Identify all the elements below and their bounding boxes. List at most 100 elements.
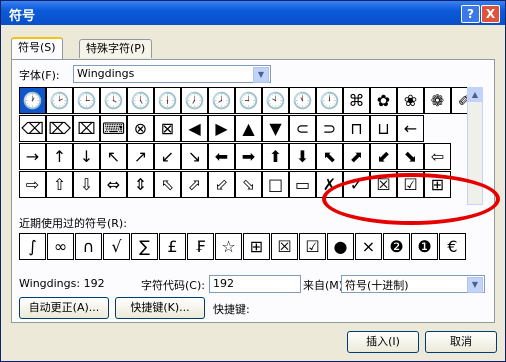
symbol-cell[interactable]: ⌫ (19, 115, 46, 142)
font-label: 字体(F): (19, 69, 60, 82)
recent-symbol-cell[interactable]: √ (103, 233, 130, 260)
symbol-cell[interactable]: 🕓 (100, 87, 127, 114)
title-bar: 符号 ? X (1, 1, 505, 25)
insert-button[interactable]: 插入(I) (347, 331, 419, 353)
symbol-cell[interactable]: ⇦ (424, 143, 451, 170)
tab-special-characters[interactable]: 特殊字符(P) (79, 39, 153, 58)
autocorrect-button[interactable]: 自动更正(A)... (19, 297, 109, 319)
recent-symbol-cell[interactable]: ₣ (187, 233, 214, 260)
recent-symbol-cell[interactable]: × (355, 233, 382, 260)
symbol-cell[interactable]: → (19, 143, 46, 170)
recent-symbol-cell[interactable]: ∫ (19, 233, 46, 260)
recent-symbol-cell[interactable]: € (439, 233, 466, 260)
annotation-highlight (322, 173, 500, 225)
symbol-cell[interactable]: ⬈ (343, 143, 370, 170)
help-button[interactable]: ? (461, 5, 480, 23)
symbol-cell[interactable]: 🕛 (316, 87, 343, 114)
symbol-cell[interactable]: ⬉ (316, 143, 343, 170)
shortcut-label: 快捷键: (213, 303, 250, 316)
symbol-cell[interactable]: ⌨ (100, 115, 127, 142)
font-value: Wingdings (77, 67, 135, 80)
symbol-cell[interactable]: ⊗ (127, 115, 154, 142)
symbol-cell[interactable]: ↗ (127, 143, 154, 170)
symbol-cell[interactable]: ⌦ (46, 115, 73, 142)
cancel-button[interactable]: 取消 (425, 331, 497, 353)
symbol-cell[interactable]: ↖ (100, 143, 127, 170)
symbol-cell[interactable]: ⇩ (73, 171, 100, 198)
symbol-cell[interactable]: 🕕 (154, 87, 181, 114)
recent-symbol-cell[interactable]: ∞ (47, 233, 74, 260)
symbol-cell[interactable]: ⇕ (127, 171, 154, 198)
symbol-cell[interactable]: ⇔ (100, 171, 127, 198)
chevron-down-icon[interactable]: ▼ (467, 277, 483, 293)
symbol-cell[interactable]: 🕘 (235, 87, 262, 114)
recent-symbol-cell[interactable]: ❷ (383, 233, 410, 260)
symbol-cell[interactable]: 🕑 (46, 87, 73, 114)
chevron-down-icon[interactable]: ▼ (253, 67, 269, 83)
symbol-cell[interactable]: ⬃ (208, 171, 235, 198)
font-info: Wingdings: 192 (19, 277, 105, 290)
recent-symbol-cell[interactable]: ❶ (411, 233, 438, 260)
symbol-cell[interactable]: ▲ (235, 115, 262, 142)
symbol-cell[interactable]: ❁ (424, 87, 451, 114)
symbol-cell[interactable]: ↙ (154, 143, 181, 170)
symbol-cell[interactable]: 🕔 (127, 87, 154, 114)
recent-symbol-cell[interactable]: ☑ (299, 233, 326, 260)
symbol-cell[interactable]: ⊂ (289, 115, 316, 142)
symbol-cell[interactable]: ⬂ (235, 171, 262, 198)
close-button[interactable]: X (481, 5, 500, 23)
recent-symbol-cell[interactable]: ☆ (215, 233, 242, 260)
symbol-dialog: 符号 ? X 符号(S) 特殊字符(P) 字体(F): Wingdings ▼ … (0, 0, 506, 362)
symbol-cell[interactable]: □ (262, 171, 289, 198)
recent-symbol-cell[interactable]: ⊞ (243, 233, 270, 260)
symbol-cell[interactable]: 🕚 (289, 87, 316, 114)
shortcut-key-button[interactable]: 快捷键(K)... (115, 297, 205, 319)
symbol-cell[interactable]: 🕒 (73, 87, 100, 114)
symbol-cell[interactable]: ⌘ (343, 87, 370, 114)
symbol-cell[interactable]: ↓ (73, 143, 100, 170)
symbol-cell[interactable]: ⬆ (262, 143, 289, 170)
symbol-cell[interactable]: ⬇ (289, 143, 316, 170)
symbol-cell[interactable]: ⊠ (154, 115, 181, 142)
recent-symbol-cell[interactable]: ☒ (271, 233, 298, 260)
symbol-cell[interactable]: ⬊ (397, 143, 424, 170)
symbol-cell[interactable]: ↘ (181, 143, 208, 170)
symbol-cell[interactable]: ⇨ (19, 171, 46, 198)
window-title: 符号 (9, 9, 36, 24)
symbol-cell[interactable]: ▭ (289, 171, 316, 198)
symbol-cell[interactable]: ⇧ (46, 171, 73, 198)
symbol-cell[interactable]: ⊓ (343, 115, 370, 142)
tab-symbols[interactable]: 符号(S) (11, 37, 63, 59)
char-code-value: 192 (213, 277, 234, 290)
symbol-cell[interactable]: ⬅ (208, 143, 235, 170)
scroll-up-icon[interactable]: ▲ (468, 88, 482, 102)
font-select[interactable]: Wingdings ▼ (73, 65, 271, 83)
symbol-cell[interactable]: 🕙 (262, 87, 289, 114)
char-code-label: 字符代码(C): (141, 279, 205, 292)
symbol-cell[interactable]: ← (397, 115, 424, 142)
recent-symbol-cell[interactable]: ∑ (131, 233, 158, 260)
symbol-cell[interactable]: ▶ (208, 115, 235, 142)
char-code-input[interactable]: 192 (209, 275, 301, 293)
symbol-cell[interactable]: ▼ (262, 115, 289, 142)
symbol-cell[interactable]: ⬀ (181, 171, 208, 198)
symbol-cell[interactable]: 🕐 (19, 87, 46, 114)
symbol-cell[interactable]: ➡ (235, 143, 262, 170)
from-select[interactable]: 符号(十进制) ▼ (341, 275, 485, 293)
from-value: 符号(十进制) (345, 279, 409, 292)
recent-symbol-cell[interactable]: £ (159, 233, 186, 260)
symbol-cell[interactable]: 🕖 (181, 87, 208, 114)
symbol-cell[interactable]: 🕗 (208, 87, 235, 114)
symbol-cell[interactable]: ✿ (370, 87, 397, 114)
symbol-cell[interactable]: ⬁ (154, 171, 181, 198)
symbol-cell[interactable]: ⬋ (370, 143, 397, 170)
recent-label: 近期使用过的符号(R): (19, 217, 127, 230)
recent-symbol-cell[interactable]: ∩ (75, 233, 102, 260)
symbol-cell[interactable]: ◀ (181, 115, 208, 142)
symbol-cell[interactable]: ↑ (46, 143, 73, 170)
symbol-cell[interactable]: ⌧ (73, 115, 100, 142)
recent-symbol-cell[interactable]: ● (327, 233, 354, 260)
symbol-cell[interactable]: ❀ (397, 87, 424, 114)
symbol-cell[interactable]: ⊃ (316, 115, 343, 142)
symbol-cell[interactable]: ⊔ (370, 115, 397, 142)
